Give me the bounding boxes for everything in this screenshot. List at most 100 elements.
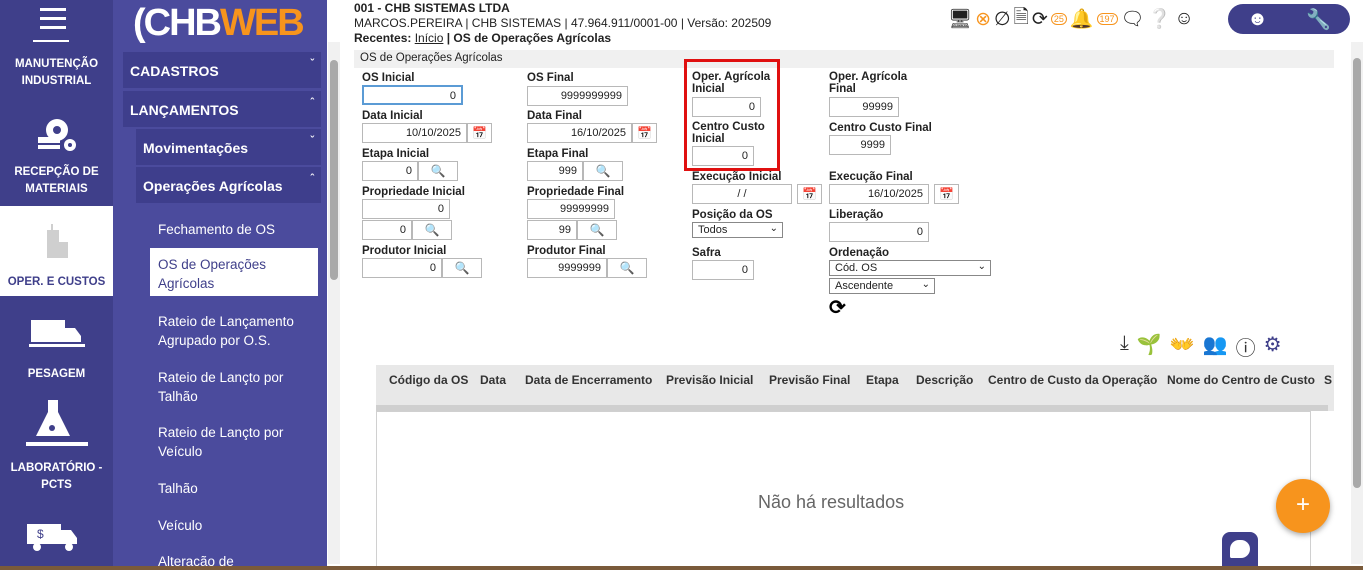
rail-item-oper-custos[interactable]: OPER. E CUSTOS xyxy=(0,206,113,296)
liberacao-input[interactable]: 0 xyxy=(829,222,929,242)
os-final-input[interactable]: 9999999999 xyxy=(527,86,628,106)
plant-icon[interactable]: 🌱 xyxy=(1137,332,1162,361)
prop-final-input[interactable]: 99999999 xyxy=(527,199,615,219)
scroll-thumb[interactable] xyxy=(330,60,338,280)
refresh-icon[interactable]: ⟳ xyxy=(1032,8,1048,31)
safra-input[interactable]: 0 xyxy=(692,260,754,280)
menu-operacoes-agricolas[interactable]: Operações Agrícolas ˆ xyxy=(136,167,321,203)
prod-inicial-input[interactable]: 0 xyxy=(362,258,442,278)
menu-leaf-rateio-veiculo[interactable]: Rateio de Lançto por Veículo xyxy=(150,423,318,461)
bell-icon[interactable]: 🔔 xyxy=(1070,7,1094,31)
column-data-encerramento[interactable]: Data de Encerramento xyxy=(525,373,652,387)
rail-item-pesagem[interactable]: PESAGEM xyxy=(0,316,113,386)
column-codigo[interactable]: Código da OS xyxy=(389,373,468,387)
menu-cadastros[interactable]: CADASTROS ˇ xyxy=(123,52,321,88)
menu-leaf-os-operacoes[interactable]: OS de Operações Agrícolas xyxy=(150,248,318,296)
form-title: OS de Operações Agrícolas xyxy=(354,50,1334,68)
prod-final-input[interactable]: 9999999 xyxy=(527,258,607,278)
rail-item-manutencao[interactable]: MANUTENÇÃO INDUSTRIAL xyxy=(0,56,113,90)
search-icon[interactable]: 🔍 xyxy=(583,161,623,181)
search-icon[interactable]: 🔍 xyxy=(418,161,458,181)
calendar-icon[interactable]: 📅 xyxy=(467,123,492,143)
data-inicial-input[interactable]: 10/10/2025 xyxy=(362,123,467,143)
menu-leaf-rateio-talhao[interactable]: Rateio de Lançto por Talhão xyxy=(150,368,318,406)
refresh-icon[interactable]: ⟳ xyxy=(829,295,846,320)
calendar-icon[interactable]: 📅 xyxy=(632,123,657,143)
menu-leaf-veiculo[interactable]: Veículo xyxy=(150,516,318,535)
menu-lancamentos[interactable]: LANÇAMENTOS ˆ xyxy=(123,91,321,127)
etapa-inicial-input[interactable]: 0 xyxy=(362,161,418,181)
search-icon[interactable]: 🔍 xyxy=(607,258,647,278)
rail-divider xyxy=(33,40,69,42)
badge-197[interactable]: 197 xyxy=(1096,13,1118,25)
column-s[interactable]: S xyxy=(1324,373,1332,387)
add-button[interactable]: + xyxy=(1276,479,1330,533)
column-nome-centro-custo[interactable]: Nome do Centro de Custo xyxy=(1167,373,1315,387)
os-inicial-input[interactable]: 0 xyxy=(362,85,463,105)
prop-inicial-input-2[interactable]: 0 xyxy=(362,220,412,240)
support-icon[interactable]: ☺ xyxy=(1174,8,1193,30)
column-descricao[interactable]: Descrição xyxy=(916,373,973,387)
data-final-input[interactable]: 16/10/2025 xyxy=(527,123,632,143)
empty-set-icon[interactable]: ∅ xyxy=(994,8,1011,31)
calendar-icon[interactable]: 📅 xyxy=(934,184,959,204)
menu-leaf-talhao[interactable]: Talhão xyxy=(150,479,318,498)
cc-inicial-input[interactable]: 0 xyxy=(692,146,754,166)
exec-final-input[interactable]: 16/10/2025 xyxy=(829,184,929,204)
etapa-final-input[interactable]: 999 xyxy=(527,161,583,181)
direction-select[interactable]: Ascendente ⌄ xyxy=(829,278,935,294)
cancel-circle-icon[interactable]: ⊗ xyxy=(975,8,991,31)
rail-label: MANUTENÇÃO xyxy=(14,58,99,70)
calendar-icon[interactable]: 📅 xyxy=(797,184,822,204)
oper-final-input[interactable]: 99999 xyxy=(829,97,899,117)
oper-inicial-input[interactable]: 0 xyxy=(692,97,761,117)
users-icon[interactable]: 👥 xyxy=(1203,332,1228,361)
prop-inicial-input[interactable]: 0 xyxy=(362,199,450,219)
menu-scrollbar[interactable] xyxy=(328,42,340,564)
posicao-select[interactable]: Todos ⌄ xyxy=(692,222,783,238)
exec-inicial-input[interactable]: / / xyxy=(692,184,792,204)
company-name: 001 - CHB SISTEMAS LTDA xyxy=(354,1,510,15)
hamburger-menu-icon[interactable] xyxy=(40,8,66,30)
prop-final-input-2[interactable]: 99 xyxy=(527,220,577,240)
scroll-thumb[interactable] xyxy=(1353,58,1361,488)
money-truck-icon[interactable]: $ xyxy=(25,522,81,552)
search-icon[interactable]: 🔍 xyxy=(577,220,617,240)
wrench-icon[interactable]: 🔧 xyxy=(1306,7,1331,32)
column-data[interactable]: Data xyxy=(480,373,506,387)
hands-plant-icon[interactable]: 👐 xyxy=(1170,332,1195,361)
menu-leaf-fechamento[interactable]: Fechamento de OS xyxy=(150,220,318,239)
user-profile-icon[interactable]: ☻ xyxy=(1247,8,1268,31)
etapa-final-label: Etapa Final xyxy=(527,148,589,160)
prop-final-label: Propriedade Final xyxy=(527,186,625,198)
document-icon[interactable]: 🗎 xyxy=(1014,3,1029,35)
info-icon[interactable]: ⓘ xyxy=(1236,332,1256,361)
menu-movimentacoes[interactable]: Movimentações ˇ xyxy=(136,129,321,165)
download-icon[interactable]: ⤓ xyxy=(1120,332,1129,361)
search-icon[interactable]: 🔍 xyxy=(412,220,452,240)
column-etapa[interactable]: Etapa xyxy=(866,373,899,387)
badge-25[interactable]: 25 xyxy=(1050,13,1067,25)
monitor-icon[interactable]: 🖥 xyxy=(948,7,972,31)
cc-final-input[interactable]: 9999 xyxy=(829,135,891,155)
rail-item-laboratorio[interactable]: LABORATÓRIO - PCTS xyxy=(0,398,113,493)
settings-gear-icon[interactable]: ⚙ xyxy=(1264,332,1282,361)
os-inicial-label: OS Inicial xyxy=(362,72,415,84)
chat-icon[interactable]: 🗨 xyxy=(1121,7,1145,31)
chevron-down-icon: ⌄ xyxy=(921,279,930,290)
help-icon[interactable]: ❔ xyxy=(1148,7,1172,31)
ordenacao-select[interactable]: Cód. OS ⌄ xyxy=(829,260,991,276)
chat-widget-icon[interactable] xyxy=(1222,532,1258,570)
chevron-down-icon: ˇ xyxy=(310,135,314,147)
recent-link-inicio[interactable]: Início xyxy=(415,31,444,45)
rail-item-recepcao[interactable]: RECEPÇÃO DE MATERIAIS xyxy=(0,105,113,205)
column-previsao-inicial[interactable]: Previsão Inicial xyxy=(666,373,753,387)
menu-label: Operações Agrícolas xyxy=(143,178,283,194)
page-scrollbar[interactable] xyxy=(1351,42,1363,564)
exec-inicial-label: Execução Inicial xyxy=(692,171,782,183)
column-centro-custo-operacao[interactable]: Centro de Custo da Operação xyxy=(988,373,1157,387)
menu-leaf-rateio-agrupado[interactable]: Rateio de Lançamento Agrupado por O.S. xyxy=(150,312,318,350)
chevron-down-icon: ⌄ xyxy=(977,261,986,272)
search-icon[interactable]: 🔍 xyxy=(442,258,482,278)
column-previsao-final[interactable]: Previsão Final xyxy=(769,373,850,387)
